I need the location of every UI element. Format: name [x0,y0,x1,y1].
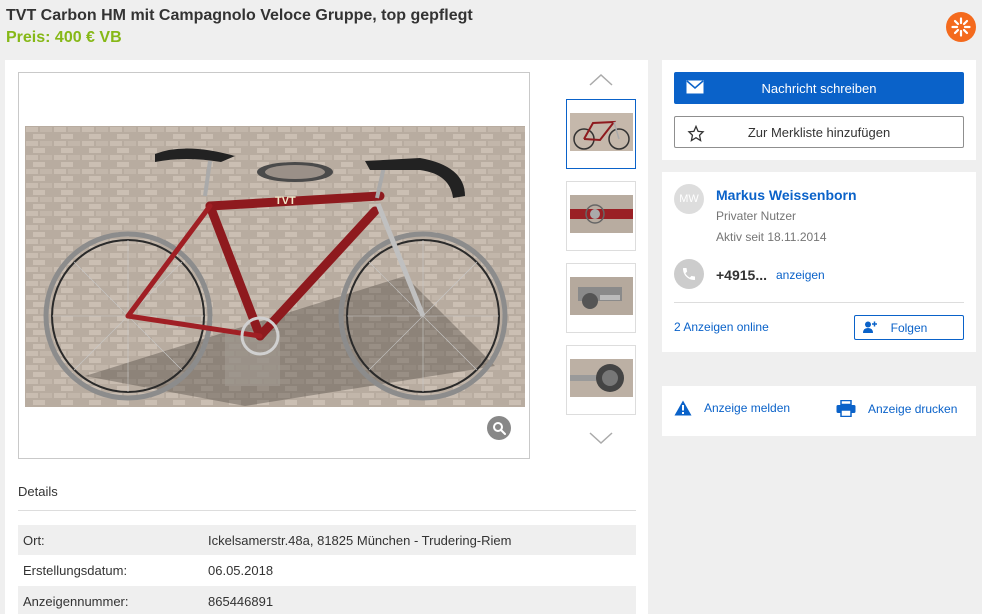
star-icon [687,125,705,142]
seller-card: MW Markus Weissenborn Privater Nutzer Ak… [662,172,976,352]
burst-logo-icon[interactable] [946,12,976,42]
watchlist-button[interactable]: Zur Merkliste hinzufügen [674,116,964,148]
seller-active-since: Aktiv seit 18.11.2014 [716,230,827,244]
print-ad-link[interactable]: Anzeige drucken [836,400,957,417]
message-button[interactable]: Nachricht schreiben [674,72,964,104]
details-heading: Details [18,484,58,499]
phone-icon [674,259,704,289]
listing-main-panel: TVT Details Ort: Ickelsamerstr.48a, 8182… [5,60,648,614]
detail-value: 06.05.2018 [208,563,274,578]
report-ad-link[interactable]: Anzeige melden [674,400,790,416]
seller-type: Privater Nutzer [716,209,797,223]
image-gallery: TVT [18,72,530,459]
avatar: MW [674,184,704,214]
details-divider [18,510,636,511]
magnifier-icon [493,422,506,435]
contact-card: Nachricht schreiben Zur Merkliste hinzuf… [662,60,976,160]
user-plus-icon [863,321,877,333]
report-ad-label: Anzeige melden [704,401,791,415]
chevron-up-icon[interactable] [588,72,614,88]
chevron-down-icon[interactable] [588,430,614,446]
zoom-button[interactable] [487,416,511,440]
detail-row-created: Erstellungsdatum: 06.05.2018 [18,555,636,585]
show-phone-link[interactable]: anzeigen [776,268,825,282]
print-ad-label: Anzeige drucken [868,401,958,416]
main-photo[interactable]: TVT [25,126,525,407]
phone-number: +4915... [716,267,767,283]
detail-value: Ickelsamerstr.48a, 81825 München - Trude… [208,533,512,548]
thumbnail-3[interactable] [566,263,636,333]
seller-name[interactable]: Markus Weissenborn [716,187,857,203]
watchlist-button-label: Zur Merkliste hinzufügen [747,124,891,140]
thumbnail-1[interactable] [566,99,636,169]
detail-label: Erstellungsdatum: [23,563,128,578]
detail-label: Anzeigennummer: [23,594,129,609]
message-button-label: Nachricht schreiben [761,80,877,96]
seller-ads-link[interactable]: 2 Anzeigen online [674,320,769,334]
thumbnail-2[interactable] [566,181,636,251]
printer-icon [836,400,856,417]
detail-value: 865446891 [208,594,274,609]
envelope-icon [686,80,704,94]
detail-row-location: Ort: Ickelsamerstr.48a, 81825 München - … [18,525,636,555]
detail-row-ad-number: Anzeigennummer: 865446891 [18,586,636,614]
seller-divider [674,302,964,303]
detail-label: Ort: [23,533,45,548]
listing-title: TVT Carbon HM mit Campagnolo Veloce Grup… [6,7,473,24]
thumbnail-4[interactable] [566,345,636,415]
svg-text:TVT: TVT [275,195,296,207]
follow-button[interactable]: Folgen [854,315,964,340]
follow-button-label: Folgen [890,320,928,335]
warning-icon [674,400,692,416]
listing-price: Preis: 400 € VB [6,29,122,46]
ad-actions-card: Anzeige melden Anzeige drucken [662,386,976,436]
